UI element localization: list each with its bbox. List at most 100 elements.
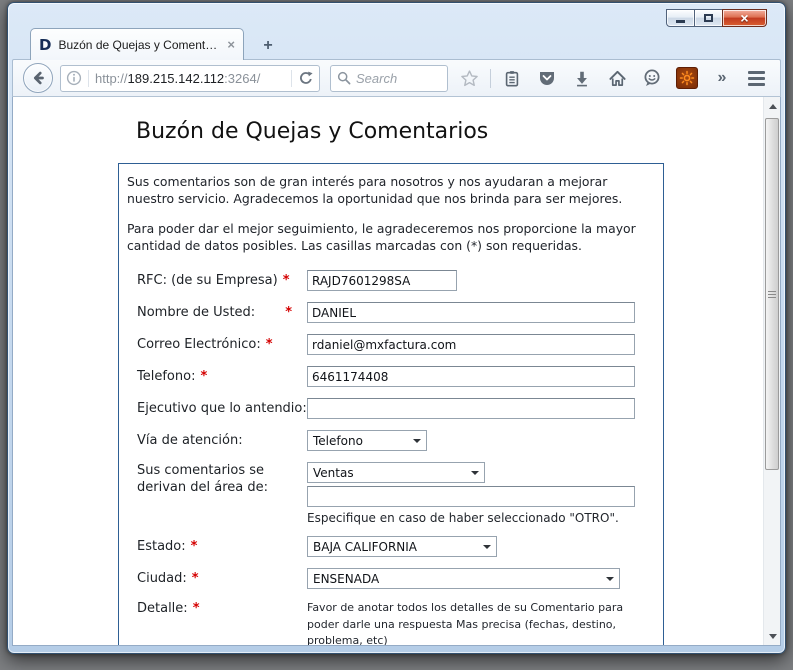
home-icon xyxy=(608,70,626,86)
ejecutivo-input[interactable] xyxy=(307,398,635,419)
area-label-text: Sus comentarios se derivan del área de: xyxy=(137,463,268,495)
ejecutivo-label: Ejecutivo que lo antendio: xyxy=(137,400,307,417)
browser-tab[interactable]: D Buzón de Quejas y Coment… × xyxy=(30,28,244,60)
site-info-icon[interactable] xyxy=(66,70,82,86)
menu-button[interactable] xyxy=(742,64,770,92)
addon-badge xyxy=(676,67,698,89)
chat-smiley-icon xyxy=(644,69,660,86)
scroll-up-arrow-icon xyxy=(768,103,777,109)
nombre-input[interactable] xyxy=(307,302,635,323)
estado-select[interactable]: BAJA CALIFORNIA xyxy=(307,536,497,557)
hamburger-icon xyxy=(747,70,765,86)
correo-input[interactable] xyxy=(307,334,635,355)
ciudad-required-asterisk: * xyxy=(191,571,199,586)
intro-paragraph-2: Para poder dar el mejor seguimiento, le … xyxy=(127,221,636,253)
detalle-label: Detalle: * xyxy=(137,600,307,617)
ciudad-select[interactable]: ENSENADA xyxy=(307,568,620,589)
back-arrow-icon xyxy=(33,71,44,85)
clipboard-icon xyxy=(505,70,519,87)
close-window-button[interactable]: × xyxy=(722,9,767,27)
estado-selected-value: BAJA CALIFORNIA xyxy=(313,539,418,554)
minimize-icon xyxy=(676,19,685,23)
form-row-detalle: Detalle: * Favor de anotar todos los det… xyxy=(137,600,649,645)
url-scheme: http:// xyxy=(95,70,128,86)
via-label: Vía de atención: xyxy=(137,432,307,449)
url-host: 189.215.142.112 xyxy=(127,70,225,86)
minimize-button[interactable] xyxy=(666,9,695,27)
rfc-required-asterisk: * xyxy=(282,273,290,288)
gear-icon xyxy=(679,70,695,86)
area-helper-text: Especifique en caso de haber seleccionad… xyxy=(307,511,619,525)
new-tab-button[interactable]: + xyxy=(254,34,282,58)
ejecutivo-label-text: Ejecutivo que lo antendio: xyxy=(137,401,307,416)
form-row-nombre: Nombre de Usted: * xyxy=(137,302,649,323)
telefono-input[interactable] xyxy=(307,366,635,387)
area-label: Sus comentarios se derivan del área de: xyxy=(137,462,307,496)
nombre-required-asterisk: * xyxy=(285,305,292,320)
scroll-down-arrow-icon xyxy=(768,633,777,639)
page-title: Buzón de Quejas y Comentarios xyxy=(136,119,489,144)
scroll-up-button[interactable] xyxy=(764,98,780,114)
downloads-button[interactable] xyxy=(568,64,596,92)
favicon: D xyxy=(39,35,52,54)
via-dropdown-arrow-icon xyxy=(413,439,421,443)
search-box[interactable] xyxy=(330,64,448,92)
via-label-text: Vía de atención: xyxy=(137,433,243,448)
estado-label: Estado: * xyxy=(137,538,307,555)
nombre-label-text: Nombre de Usted: xyxy=(137,305,256,320)
rfc-input[interactable] xyxy=(307,270,457,291)
toolbar-separator xyxy=(490,68,491,88)
browser-window: × D Buzón de Quejas y Coment… × + http:/… xyxy=(7,2,786,654)
scrollbar-grip-icon xyxy=(768,290,776,298)
form-row-estado: Estado: * BAJA CALIFORNIA xyxy=(137,536,649,557)
form-row-area: Sus comentarios se derivan del área de: … xyxy=(137,462,649,525)
search-icon xyxy=(337,71,351,85)
tab-close-icon[interactable]: × xyxy=(227,37,235,52)
estado-required-asterisk: * xyxy=(190,539,198,554)
url-bar[interactable]: http://189.215.142.112:3264/ xyxy=(60,64,320,92)
pocket-icon xyxy=(540,72,554,85)
ciudad-label-text: Ciudad: xyxy=(137,571,187,586)
correo-required-asterisk: * xyxy=(265,337,273,352)
maximize-button[interactable] xyxy=(694,9,723,27)
overflow-button[interactable]: » xyxy=(708,64,736,92)
page-body: Buzón de Quejas y Comentarios Sus coment… xyxy=(13,97,763,645)
correo-label: Correo Electrónico: * xyxy=(137,336,307,353)
nombre-label: Nombre de Usted: * xyxy=(137,304,307,321)
pocket-button[interactable] xyxy=(533,64,561,92)
home-button[interactable] xyxy=(603,64,631,92)
rfc-label-text: RFC: (de su Empresa) xyxy=(137,273,278,288)
form-row-via: Vía de atención: Telefono xyxy=(137,430,649,451)
maximize-icon xyxy=(704,14,713,22)
navigation-toolbar: http://189.215.142.112:3264/ Search » xyxy=(12,59,781,97)
urlbar-separator xyxy=(88,69,89,87)
reload-icon[interactable] xyxy=(298,70,314,86)
vertical-scrollbar[interactable] xyxy=(763,97,780,645)
area-other-input[interactable] xyxy=(307,486,635,507)
bookmarks-menu-button[interactable] xyxy=(498,64,526,92)
addon-button[interactable] xyxy=(673,64,701,92)
url-text[interactable]: http://189.215.142.112:3264/ xyxy=(95,71,285,86)
scrollbar-thumb[interactable] xyxy=(765,118,779,470)
detalle-helper-text: Favor de anotar todos los detalles de su… xyxy=(307,601,624,645)
form-row-telefono: Telefono: * xyxy=(137,366,649,387)
intro-paragraph-1: Sus comentarios son de gran interés para… xyxy=(127,174,623,206)
scroll-down-button[interactable] xyxy=(764,628,780,644)
ciudad-selected-value: ENSENADA xyxy=(313,571,380,586)
bookmark-star-button[interactable] xyxy=(455,64,483,92)
window-controls: × xyxy=(666,9,767,27)
area-selected-value: Ventas xyxy=(313,465,354,480)
comments-form: Sus comentarios son de gran interés para… xyxy=(118,163,664,645)
ciudad-label: Ciudad: * xyxy=(137,570,307,587)
detalle-required-asterisk: * xyxy=(192,601,200,616)
back-button[interactable] xyxy=(23,63,53,93)
area-dropdown-arrow-icon xyxy=(471,471,479,475)
via-selected-value: Telefono xyxy=(313,433,363,448)
star-icon xyxy=(460,69,478,86)
form-row-ciudad: Ciudad: * ENSENADA xyxy=(137,568,649,589)
via-select[interactable]: Telefono xyxy=(307,430,427,451)
url-port: :3264/ xyxy=(224,70,261,86)
area-select[interactable]: Ventas xyxy=(307,462,485,483)
search-input[interactable] xyxy=(356,70,436,86)
hello-chat-button[interactable] xyxy=(638,64,666,92)
